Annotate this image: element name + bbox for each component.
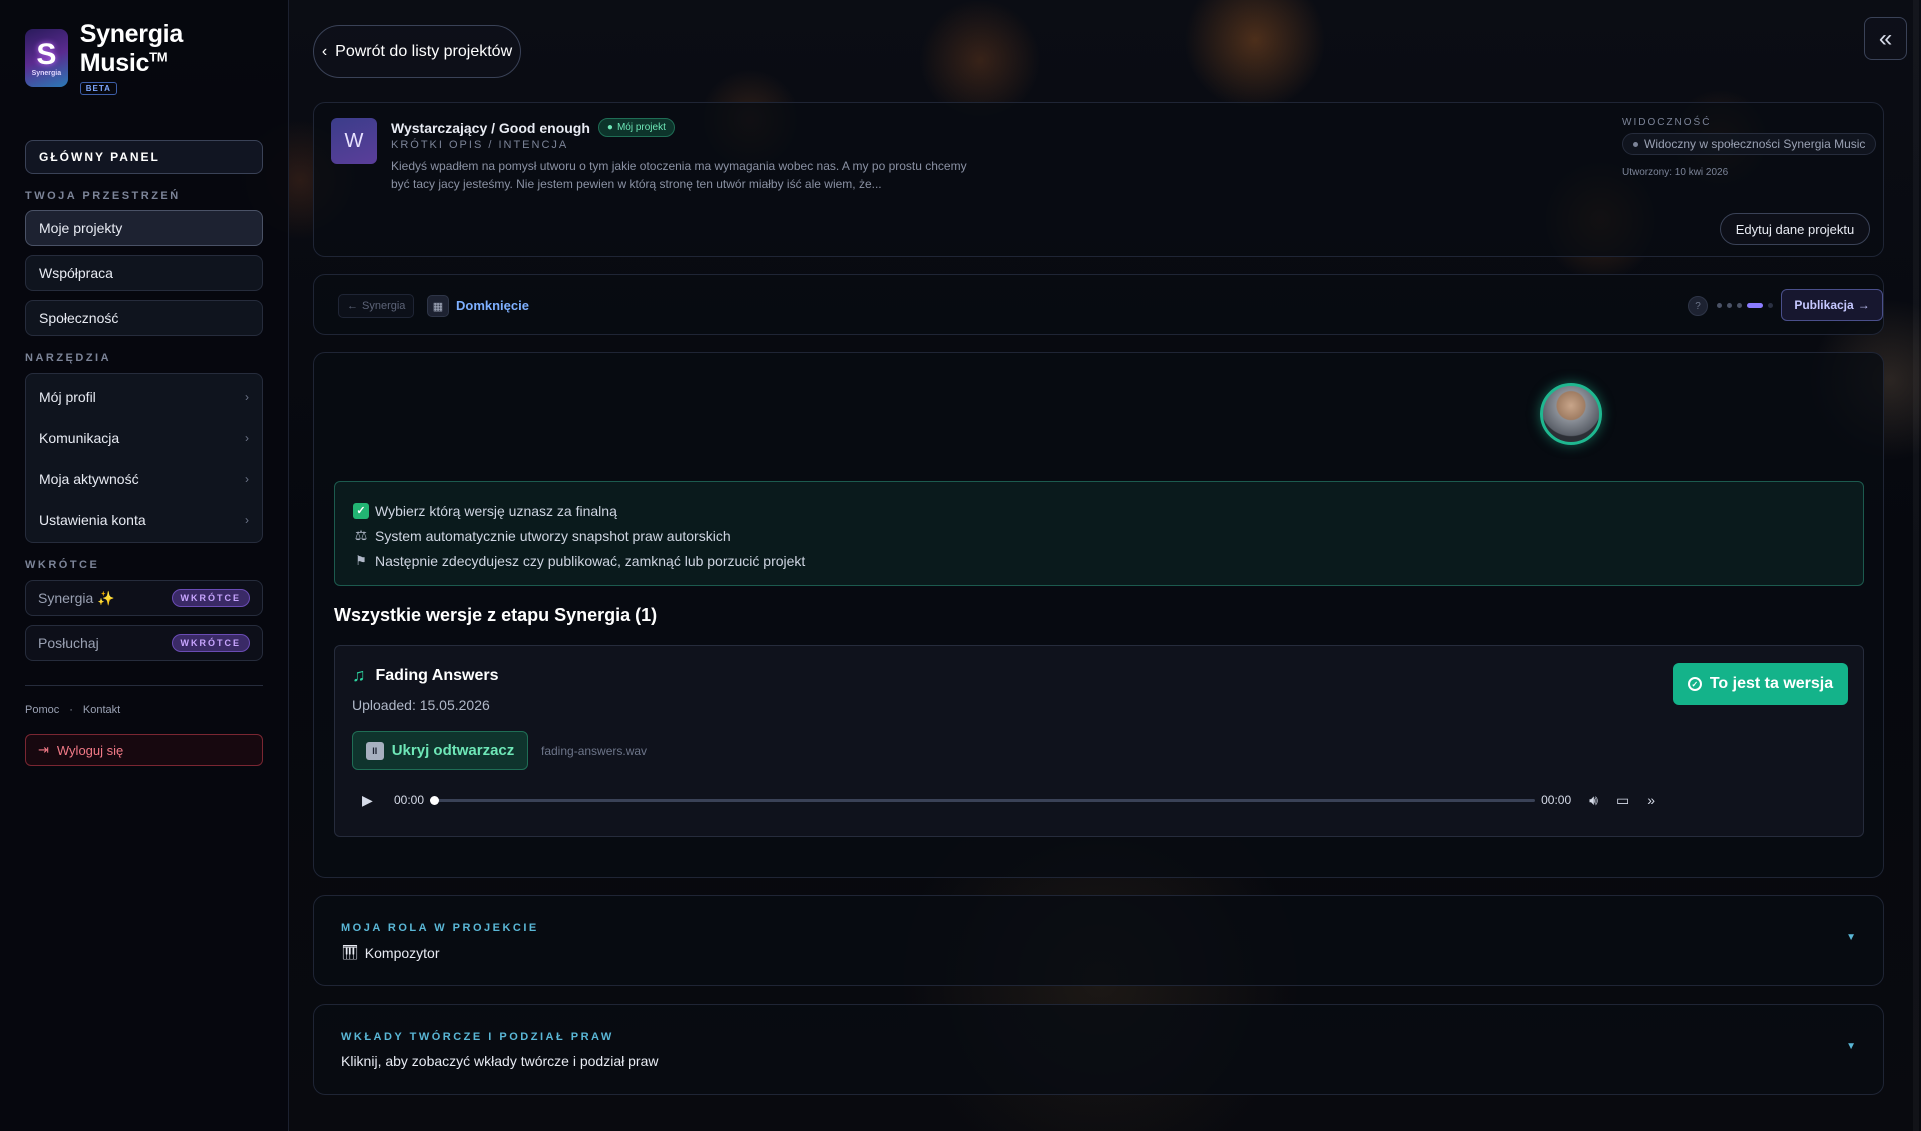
arrow-left-icon: ← — [347, 300, 358, 312]
tools-list: Mój profil › Komunikacja › Moja aktywność ›… — [25, 373, 263, 543]
hide-player-button[interactable]: II Ukryj odtwarzacz — [352, 731, 528, 770]
total-time: 00:00 — [1541, 793, 1572, 807]
chevron-down-icon[interactable]: ▼ — [1846, 932, 1856, 943]
project-avatar: W — [331, 118, 377, 164]
my-project-badge: ● Mój projekt — [597, 118, 675, 137]
audio-player: ▶ 00:00 00:00 🔊︎ ▭ » — [352, 784, 1655, 816]
sidebar-item-listen: Posłuchaj WKRÓTCE — [25, 625, 263, 661]
beta-badge: BETA — [79, 82, 117, 95]
file-name: fading-answers.wav — [541, 744, 648, 758]
version-name: ♫ Fading Answers — [352, 665, 499, 685]
current-time: 00:00 — [394, 793, 425, 807]
version-card: ♫ Fading Answers Uploaded: 15.05.2026 ✓ To… — [334, 645, 1864, 837]
play-icon[interactable]: ▶ — [362, 792, 382, 809]
choose-version-button[interactable]: ✓ To jest ta wersja — [1673, 663, 1848, 705]
footer-links: Pomoc · Kontakt — [25, 704, 121, 716]
versions-title: Wszystkie wersje z etapu Synergia (1) — [334, 605, 658, 625]
versions-section: ✓ Wybierz którą wersję uznasz za finalną … — [313, 352, 1884, 878]
scrollbar[interactable] — [1913, 0, 1919, 1131]
workspace-label: TWOJA PRZESTRZEŃ — [25, 190, 181, 202]
project-description: Kiedyś wpadłem na pomysł utworu o tym ja… — [391, 159, 967, 191]
info-box: ✓ Wybierz którą wersję uznasz za finalną … — [334, 481, 1864, 586]
sidebar-item-my-projects[interactable]: Moje projekty — [25, 210, 263, 246]
sidebar-item-collaboration[interactable]: Współpraca — [25, 255, 263, 291]
chevron-down-icon[interactable]: ▼ — [1846, 1041, 1856, 1052]
contact-link[interactable]: Kontakt — [83, 704, 120, 716]
visibility-label: WIDOCZNOŚĆ — [1622, 117, 1712, 128]
chevron-right-icon: › — [245, 512, 249, 527]
sidebar-item-profile[interactable]: Mój profil › — [26, 376, 262, 417]
brand[interactable]: S Synergia Synergia MusicTM BETA — [25, 20, 263, 95]
chevron-left-icon: ‹ — [321, 42, 328, 60]
role-accordion[interactable]: MOJA ROLA W PROJEKCIE 🎹︎ Kompozytor ▼ — [313, 895, 1884, 986]
sidebar-item-account-settings[interactable]: Ustawienia konta › — [26, 499, 262, 540]
scale-icon: ⚖ — [354, 527, 368, 543]
brand-name: Synergia MusicTM — [79, 20, 184, 77]
edit-project-button[interactable]: Edytuj dane projektu — [1720, 213, 1870, 245]
stage-prev-button[interactable]: ← Synergia — [338, 294, 415, 318]
check-icon: ✓ — [353, 502, 369, 519]
back-to-projects-button[interactable]: ‹ Powrót do listy projektów — [313, 25, 521, 78]
logout-button[interactable]: ⇥ Wyloguj się — [25, 734, 263, 766]
user-icon: ● — [606, 122, 613, 133]
sidebar-item-community[interactable]: Społeczność — [25, 300, 263, 336]
role-value: 🎹︎ Kompozytor — [341, 944, 440, 961]
tools-label: NARZĘDZIA — [25, 352, 112, 364]
soon-badge: WKRÓTCE — [171, 634, 250, 652]
checkered-flag-icon: ▦ — [427, 295, 449, 317]
help-icon[interactable]: ? — [1688, 296, 1708, 316]
check-circle-icon: ✓ — [1687, 677, 1702, 691]
pause-icon: II — [365, 741, 384, 760]
soon-badge: WKRÓTCE — [171, 589, 250, 607]
project-card: W Wystarczający / Good enough ● Mój proje… — [313, 102, 1884, 257]
visibility-badge: Widoczny w społeczności Synergia Music — [1622, 133, 1877, 155]
created-date: Utworzony: 10 kwi 2026 — [1622, 167, 1729, 178]
arrow-right-icon: → — [1857, 298, 1870, 312]
seek-bar[interactable] — [430, 795, 1536, 805]
info-line: ⚑ Następnie zdecydujesz czy publikować, z… — [353, 548, 1845, 573]
main-content: ‹ Powrót do listy projektów « W Wystarcz… — [289, 0, 1921, 1131]
contributions-value: Kliknij, aby zobaczyć wkłady twórcze i p… — [341, 1053, 659, 1069]
info-line: ⚖ System automatycznie utworzy snapshot p… — [354, 527, 731, 544]
avatar[interactable] — [1540, 383, 1602, 445]
project-title: Wystarczający / Good enough — [391, 119, 590, 136]
contributions-accordion[interactable]: WKŁADY TWÓRCZE I PODZIAŁ PRAW Kliknij, a… — [313, 1004, 1884, 1095]
role-label: MOJA ROLA W PROJEKCIE — [341, 922, 539, 934]
app-logo: S Synergia — [25, 29, 68, 87]
airplay-icon[interactable]: ▭ — [1616, 792, 1629, 809]
sidebar: S Synergia Synergia MusicTM BETA GŁÓWNY … — [0, 0, 289, 1131]
status-dot-icon — [1633, 141, 1638, 147]
help-link[interactable]: Pomoc — [25, 704, 59, 716]
piano-icon: 🎹︎ — [341, 944, 359, 960]
soon-label: WKRÓTCE — [25, 559, 100, 571]
logout-icon: ⇥ — [38, 742, 49, 757]
divider — [25, 685, 263, 686]
music-note-icon: ♫ — [352, 665, 366, 685]
seek-knob[interactable] — [430, 795, 440, 805]
upload-date: Uploaded: 15.05.2026 — [352, 697, 490, 713]
stage-progress — [1717, 303, 1773, 308]
info-line: ✓ Wybierz którą wersję uznasz za finalną — [353, 498, 1845, 523]
sidebar-item-activity[interactable]: Moja aktywność › — [26, 458, 262, 499]
more-icon[interactable]: » — [1647, 792, 1655, 808]
chevron-right-icon: › — [245, 471, 249, 486]
contributions-label: WKŁADY TWÓRCZE I PODZIAŁ PRAW — [341, 1031, 614, 1043]
project-subtitle: KRÓTKI OPIS / INTENCJA — [391, 139, 569, 151]
next-stage-button[interactable]: Publikacja → — [1781, 289, 1883, 321]
flag-icon: ⚑ — [355, 552, 367, 568]
volume-icon[interactable]: 🔊︎ — [1589, 792, 1598, 809]
sidebar-item-communication[interactable]: Komunikacja › — [26, 417, 262, 458]
chevron-right-icon: › — [245, 430, 249, 445]
stage-bar: ← Synergia ▦ Domknięcie ? Publikacja → — [313, 274, 1884, 335]
chevron-right-icon: › — [245, 389, 249, 404]
main-panel-button[interactable]: GŁÓWNY PANEL — [25, 140, 263, 174]
current-stage: Domknięcie — [456, 298, 529, 313]
sidebar-item-synergia: Synergia ✨ WKRÓTCE — [25, 580, 263, 616]
double-chevron-left-icon[interactable]: « — [1864, 17, 1907, 60]
